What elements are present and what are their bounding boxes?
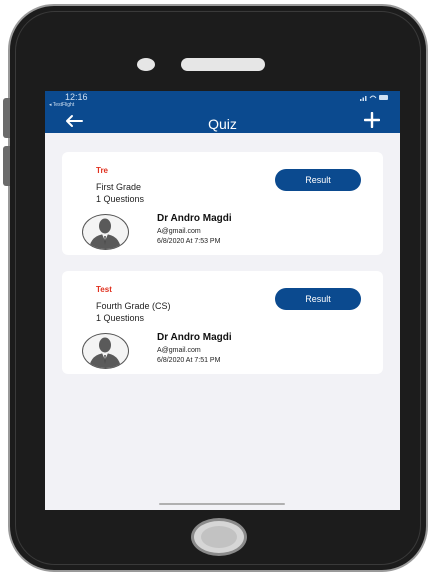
status-icons — [360, 94, 390, 103]
author-email: A@gmail.com — [157, 347, 201, 354]
speaker-grille — [181, 58, 265, 71]
quiz-date: 6/8/2020 At 7:53 PM — [157, 238, 221, 245]
volume-up-button — [3, 98, 10, 138]
app-screen: 12:16 ◂ TestFlight Quiz Tre First Grade … — [45, 91, 400, 510]
quiz-question-count: 1 Questions — [96, 313, 145, 323]
status-carrier: ◂ TestFlight — [49, 102, 75, 108]
camera-icon — [137, 58, 155, 71]
status-time: 12:16 — [65, 92, 88, 102]
avatar — [82, 214, 129, 250]
quiz-grade: First Grade — [96, 182, 142, 192]
nav-header: 12:16 ◂ TestFlight Quiz — [45, 91, 400, 133]
home-indicator — [159, 503, 285, 505]
author-name: Dr Andro Magdi — [157, 213, 232, 224]
author-email: A@gmail.com — [157, 228, 201, 235]
avatar — [82, 333, 129, 369]
add-quiz-button[interactable] — [363, 110, 381, 132]
author-name: Dr Andro Magdi — [157, 332, 232, 343]
page-title: Quiz — [208, 116, 237, 132]
result-button[interactable]: Result — [275, 169, 361, 191]
quiz-question-count: 1 Questions — [96, 194, 145, 204]
quiz-date: 6/8/2020 At 7:51 PM — [157, 357, 221, 364]
person-silhouette-icon — [89, 337, 121, 368]
person-silhouette-icon — [89, 218, 121, 249]
plus-icon — [363, 111, 381, 129]
home-button-center — [201, 526, 237, 548]
result-button[interactable]: Result — [275, 288, 361, 310]
volume-down-button — [3, 146, 10, 186]
home-button[interactable] — [191, 518, 247, 556]
quiz-grade: Fourth Grade (CS) — [96, 301, 171, 311]
quiz-title: Tre — [96, 166, 109, 175]
quiz-card[interactable]: Test Fourth Grade (CS) 1 Questions Resul… — [62, 271, 383, 374]
quiz-card[interactable]: Tre First Grade 1 Questions Result Dr An… — [62, 152, 383, 255]
quiz-title: Test — [96, 285, 112, 294]
battery-signal-icon — [360, 95, 388, 101]
